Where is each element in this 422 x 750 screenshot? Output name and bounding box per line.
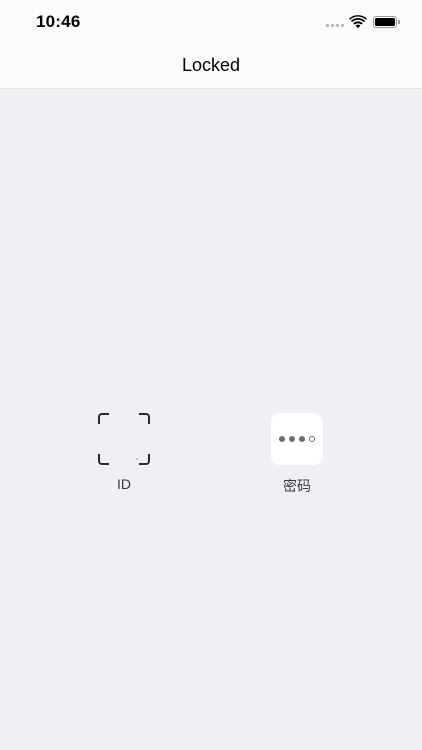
lock-screen: 10:46 Locked ID 密码 (0, 0, 422, 750)
battery-icon (373, 16, 397, 28)
battery-level-fill (375, 18, 395, 26)
page-title: Locked (181, 55, 241, 75)
navigation-bar: Locked (0, 44, 422, 89)
passcode-dots-icon[interactable] (271, 413, 323, 465)
wifi-icon (349, 15, 367, 29)
status-bar: 10:46 (0, 0, 422, 44)
face-id-frame-icon[interactable] (98, 413, 150, 465)
unlock-with-passcode-button[interactable]: 密码 (257, 413, 337, 496)
battery-cap (398, 20, 400, 24)
signal-icon (326, 24, 344, 28)
passcode-option-label: 密码 (283, 478, 311, 494)
status-time: 10:46 (36, 12, 81, 31)
id-option-label: ID (117, 476, 131, 492)
unlock-with-id-button[interactable]: ID (84, 413, 164, 492)
